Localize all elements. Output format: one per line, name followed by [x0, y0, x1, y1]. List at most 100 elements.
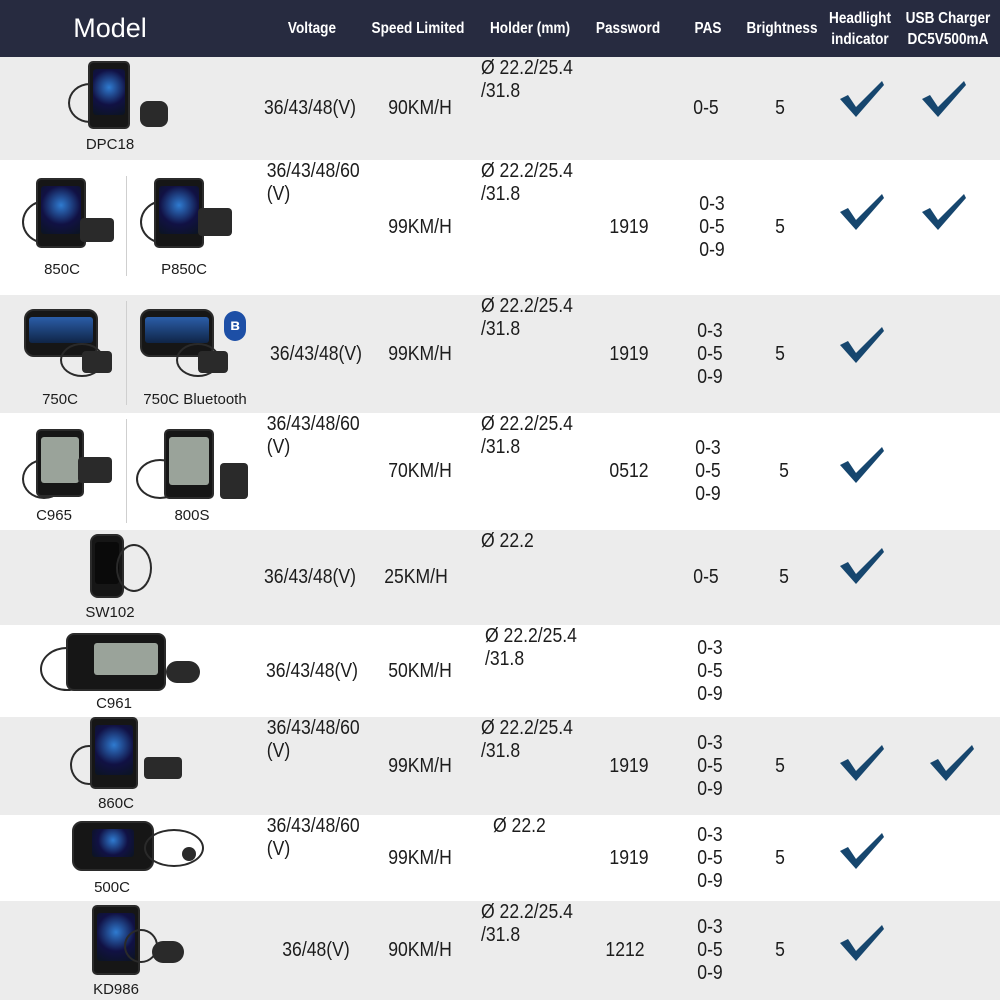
holder-line: Ø 22.2/25.4	[480, 160, 573, 182]
pas-cell: 0-3 0-5 0-9	[687, 815, 733, 901]
header-usb-line2: DC5V500mA	[907, 30, 989, 48]
model-label: 860C	[98, 795, 134, 812]
860c-display-image	[70, 717, 190, 791]
pas-cell: 0-3 0-5 0-9	[689, 160, 735, 295]
model-label: 500C	[94, 879, 130, 896]
header-usb-charger: USB Charger DC5V500mA	[904, 0, 992, 57]
speed-cell: 99KM/H	[388, 216, 452, 238]
headlight-checkmark-icon	[840, 81, 884, 117]
table-row: C961 36/43/48(V) 50KM/H Ø 22.2/25.4/31.8…	[0, 625, 1000, 717]
header-brightness: Brightness	[746, 20, 818, 37]
voltage-cell: 36/43/48(V)	[259, 530, 361, 625]
voltage-cell: 36/43/48/60 (V)	[267, 413, 366, 530]
500c-display-image	[64, 819, 214, 879]
headlight-checkmark-icon	[840, 548, 884, 584]
brightness-cell: 5	[775, 754, 785, 777]
pas-line: 0-9	[697, 682, 723, 705]
headlight-checkmark-icon	[840, 194, 884, 230]
850c-display-image	[22, 178, 120, 258]
brightness-cell: 5	[775, 939, 785, 961]
model-label: 750C	[42, 391, 78, 408]
pas-line: 0-9	[697, 869, 723, 892]
usb-checkmark-icon	[930, 745, 974, 781]
holder-line: /31.8	[480, 80, 521, 102]
pas-cell: 0-3 0-5 0-9	[687, 295, 733, 413]
table-row: SW102 36/43/48(V) 25KM/H Ø 22.2 0-5 5	[0, 530, 1000, 625]
password-cell: 1919	[609, 342, 649, 365]
voltage-line: (V)	[266, 183, 291, 205]
header-headlight-line2: indicator	[831, 30, 889, 48]
model-label: C961	[96, 695, 132, 712]
header-speed-limited: Speed Limited	[371, 20, 465, 37]
holder-line: /31.8	[480, 318, 521, 340]
pas-line: 0-5	[697, 939, 723, 961]
table-row: 850C P850C 36/43/48/60 (V) 99KM/H Ø 22.2/…	[0, 160, 1000, 295]
model-label: P850C	[161, 261, 207, 278]
pas-line: 0-5	[697, 659, 723, 682]
voltage-line: (V)	[266, 436, 291, 458]
pas-line: 0-5	[699, 216, 725, 238]
password-cell	[600, 625, 658, 717]
voltage-line: 36/43/48(V)	[270, 342, 362, 365]
voltage-line: 36/43/48(V)	[264, 566, 356, 588]
holder-line: /31.8	[480, 924, 521, 946]
speed-cell: 70KM/H	[388, 460, 452, 482]
model-label: 800S	[174, 507, 210, 524]
voltage-cell: 36/48(V)	[263, 901, 369, 1000]
password-cell: 1919	[609, 846, 649, 869]
kd986-display-image	[80, 905, 190, 977]
pas-line: 0-5	[697, 754, 723, 777]
voltage-cell: 36/43/48/60 (V)	[267, 717, 366, 815]
pas-line: 0-3	[697, 916, 723, 938]
brightness-cell: 5	[779, 460, 789, 482]
pas-cell: 0-3 0-5 0-9	[687, 625, 733, 717]
pas-line: 0-5	[695, 460, 721, 482]
table-header: Model Voltage Speed Limited Holder (mm) …	[0, 0, 1000, 57]
voltage-line: 36/43/48(V)	[264, 97, 356, 119]
voltage-line: 36/48(V)	[282, 939, 350, 961]
voltage-line: (V)	[266, 838, 291, 860]
headlight-checkmark-icon	[840, 447, 884, 483]
password-cell	[600, 57, 658, 160]
holder-cell: Ø 22.2	[481, 530, 583, 625]
pas-line: 0-9	[697, 962, 723, 984]
holder-cell: Ø 22.2/25.4/31.8	[481, 160, 583, 295]
headlight-checkmark-icon	[840, 327, 884, 363]
brightness-cell: 5	[775, 846, 785, 869]
headlight-checkmark-icon	[840, 833, 884, 869]
holder-cell: Ø 22.2/25.4/31.8	[481, 295, 583, 413]
divider	[126, 176, 127, 276]
divider	[126, 419, 127, 523]
holder-line: Ø 22.2	[480, 530, 534, 552]
holder-line: Ø 22.2/25.4	[480, 295, 573, 317]
800s-display-image	[136, 429, 256, 505]
voltage-cell: 36/43/48(V)	[265, 295, 367, 413]
password-cell: 0512	[609, 460, 649, 482]
voltage-line: 36/43/48/60	[266, 717, 360, 739]
speed-cell: 90KM/H	[388, 97, 452, 119]
p850c-display-image	[140, 178, 238, 258]
pas-line: 0-3	[697, 731, 723, 754]
pas-line: 0-5	[697, 342, 723, 365]
pas-line: 0-9	[695, 483, 721, 505]
model-label: KD986	[93, 981, 139, 998]
password-cell: 1212	[605, 939, 645, 961]
sw102-display-image	[80, 534, 160, 602]
brightness-cell: 5	[775, 216, 785, 238]
voltage-line: (V)	[266, 740, 291, 762]
750c-display-image	[20, 309, 120, 381]
pas-line: 0-3	[697, 636, 723, 659]
speed-cell: 99KM/H	[388, 342, 452, 365]
holder-line: /31.8	[480, 436, 521, 458]
password-cell	[600, 530, 658, 625]
voltage-line: 36/43/48/60	[266, 815, 360, 837]
model-label: 750C Bluetooth	[143, 391, 247, 408]
speed-cell: 99KM/H	[388, 846, 452, 869]
pas-cell: 0-3 0-5 0-9	[687, 901, 733, 1000]
bluetooth-icon: ʙ	[224, 311, 246, 341]
voltage-line: 36/43/48/60	[266, 413, 360, 435]
table-row: DPC18 36/43/48(V) 90KM/H Ø 22.2/25.4/31.…	[0, 57, 1000, 160]
pas-line: 0-9	[697, 365, 723, 388]
header-pas: PAS	[694, 20, 722, 37]
holder-line: Ø 22.2	[492, 815, 546, 837]
